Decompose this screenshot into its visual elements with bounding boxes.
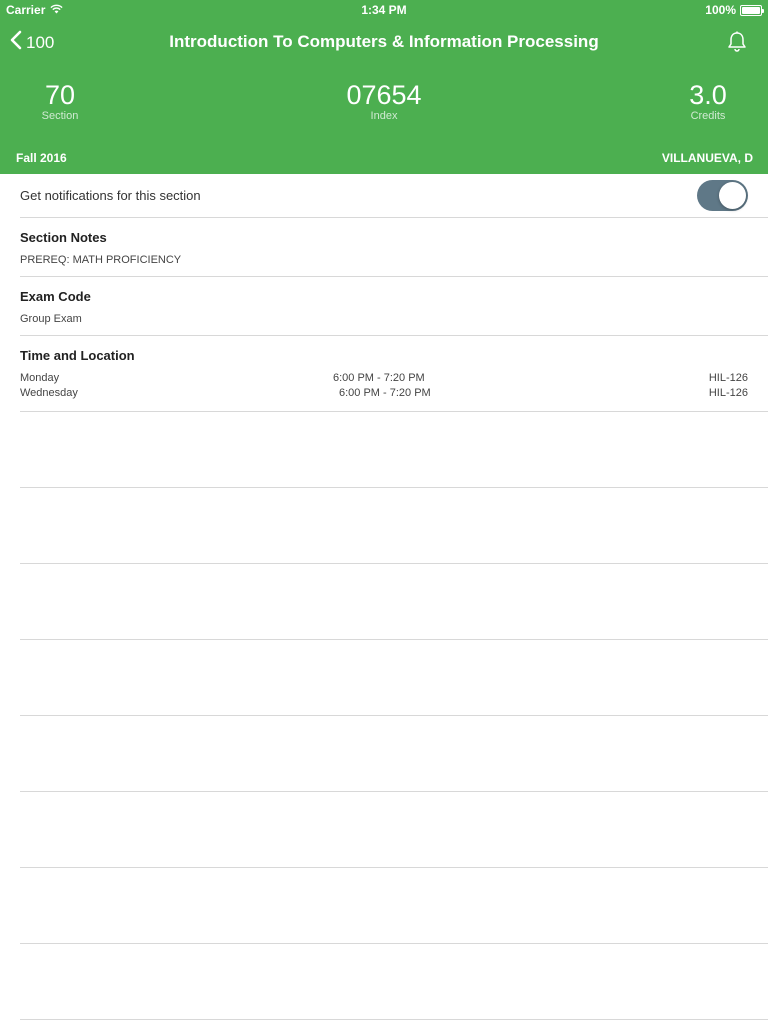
empty-row [20, 792, 768, 868]
index-value: 07654 [346, 80, 422, 110]
exam-code-value: Group Exam [20, 313, 82, 325]
credits-label: Credits [690, 110, 726, 122]
exam-code-title: Exam Code [20, 289, 91, 304]
notification-label: Get notifications for this section [20, 188, 201, 203]
term-label: Fall 2016 [16, 151, 67, 165]
credits-value: 3.0 [689, 80, 727, 110]
section-stat: 70 Section [30, 80, 90, 122]
meeting-day: Wednesday [20, 387, 78, 399]
nav-bar: 100 Introduction To Computers & Informat… [0, 22, 768, 62]
section-value: 70 [44, 80, 76, 110]
empty-row [20, 488, 768, 564]
index-label: Index [370, 110, 398, 122]
empty-row [20, 412, 768, 488]
empty-row [20, 640, 768, 716]
exam-code: Exam Code Group Exam [20, 277, 768, 336]
meeting-room: HIL-126 [708, 387, 748, 399]
meeting-room: HIL-126 [708, 372, 748, 384]
index-stat: 07654 Index [324, 80, 444, 122]
status-battery: 100% [705, 3, 764, 17]
status-bar: Carrier 1:34 PM 100% [0, 0, 768, 20]
notification-toggle[interactable] [697, 180, 748, 211]
section-label: Section [41, 110, 79, 122]
empty-row [20, 944, 768, 1020]
meeting-time: 6:00 PM - 7:20 PM [333, 372, 425, 384]
section-notes-value: PREREQ: MATH PROFICIENCY [20, 254, 182, 266]
time-and-location: Time and Location Monday 6:00 PM - 7:20 … [20, 336, 768, 412]
battery-percent: 100% [705, 3, 736, 17]
meeting-row: Monday 6:00 PM - 7:20 PM HIL-126 [20, 372, 748, 387]
notification-row: Get notifications for this section [20, 174, 768, 218]
instructor-label: VILLANUEVA, D [661, 151, 753, 165]
time-location-title: Time and Location [20, 348, 135, 363]
empty-row [20, 564, 768, 640]
meeting-day: Monday [20, 372, 60, 384]
credits-stat: 3.0 Credits [668, 80, 748, 122]
toggle-knob [719, 182, 746, 209]
page-title: Introduction To Computers & Information … [169, 32, 599, 51]
meeting-time: 6:00 PM - 7:20 PM [339, 387, 431, 399]
header: Carrier 1:34 PM 100% 100 Introduction To… [0, 0, 768, 174]
section-notes: Section Notes PREREQ: MATH PROFICIENCY [20, 218, 768, 277]
battery-icon [740, 4, 764, 16]
empty-row [20, 868, 768, 944]
empty-row [20, 716, 768, 792]
section-notes-title: Section Notes [20, 230, 107, 245]
status-time: 1:34 PM [361, 3, 407, 17]
meeting-row: Wednesday 6:00 PM - 7:20 PM HIL-126 [20, 387, 748, 402]
notification-bell-button[interactable] [726, 30, 748, 57]
bell-icon [726, 31, 748, 56]
